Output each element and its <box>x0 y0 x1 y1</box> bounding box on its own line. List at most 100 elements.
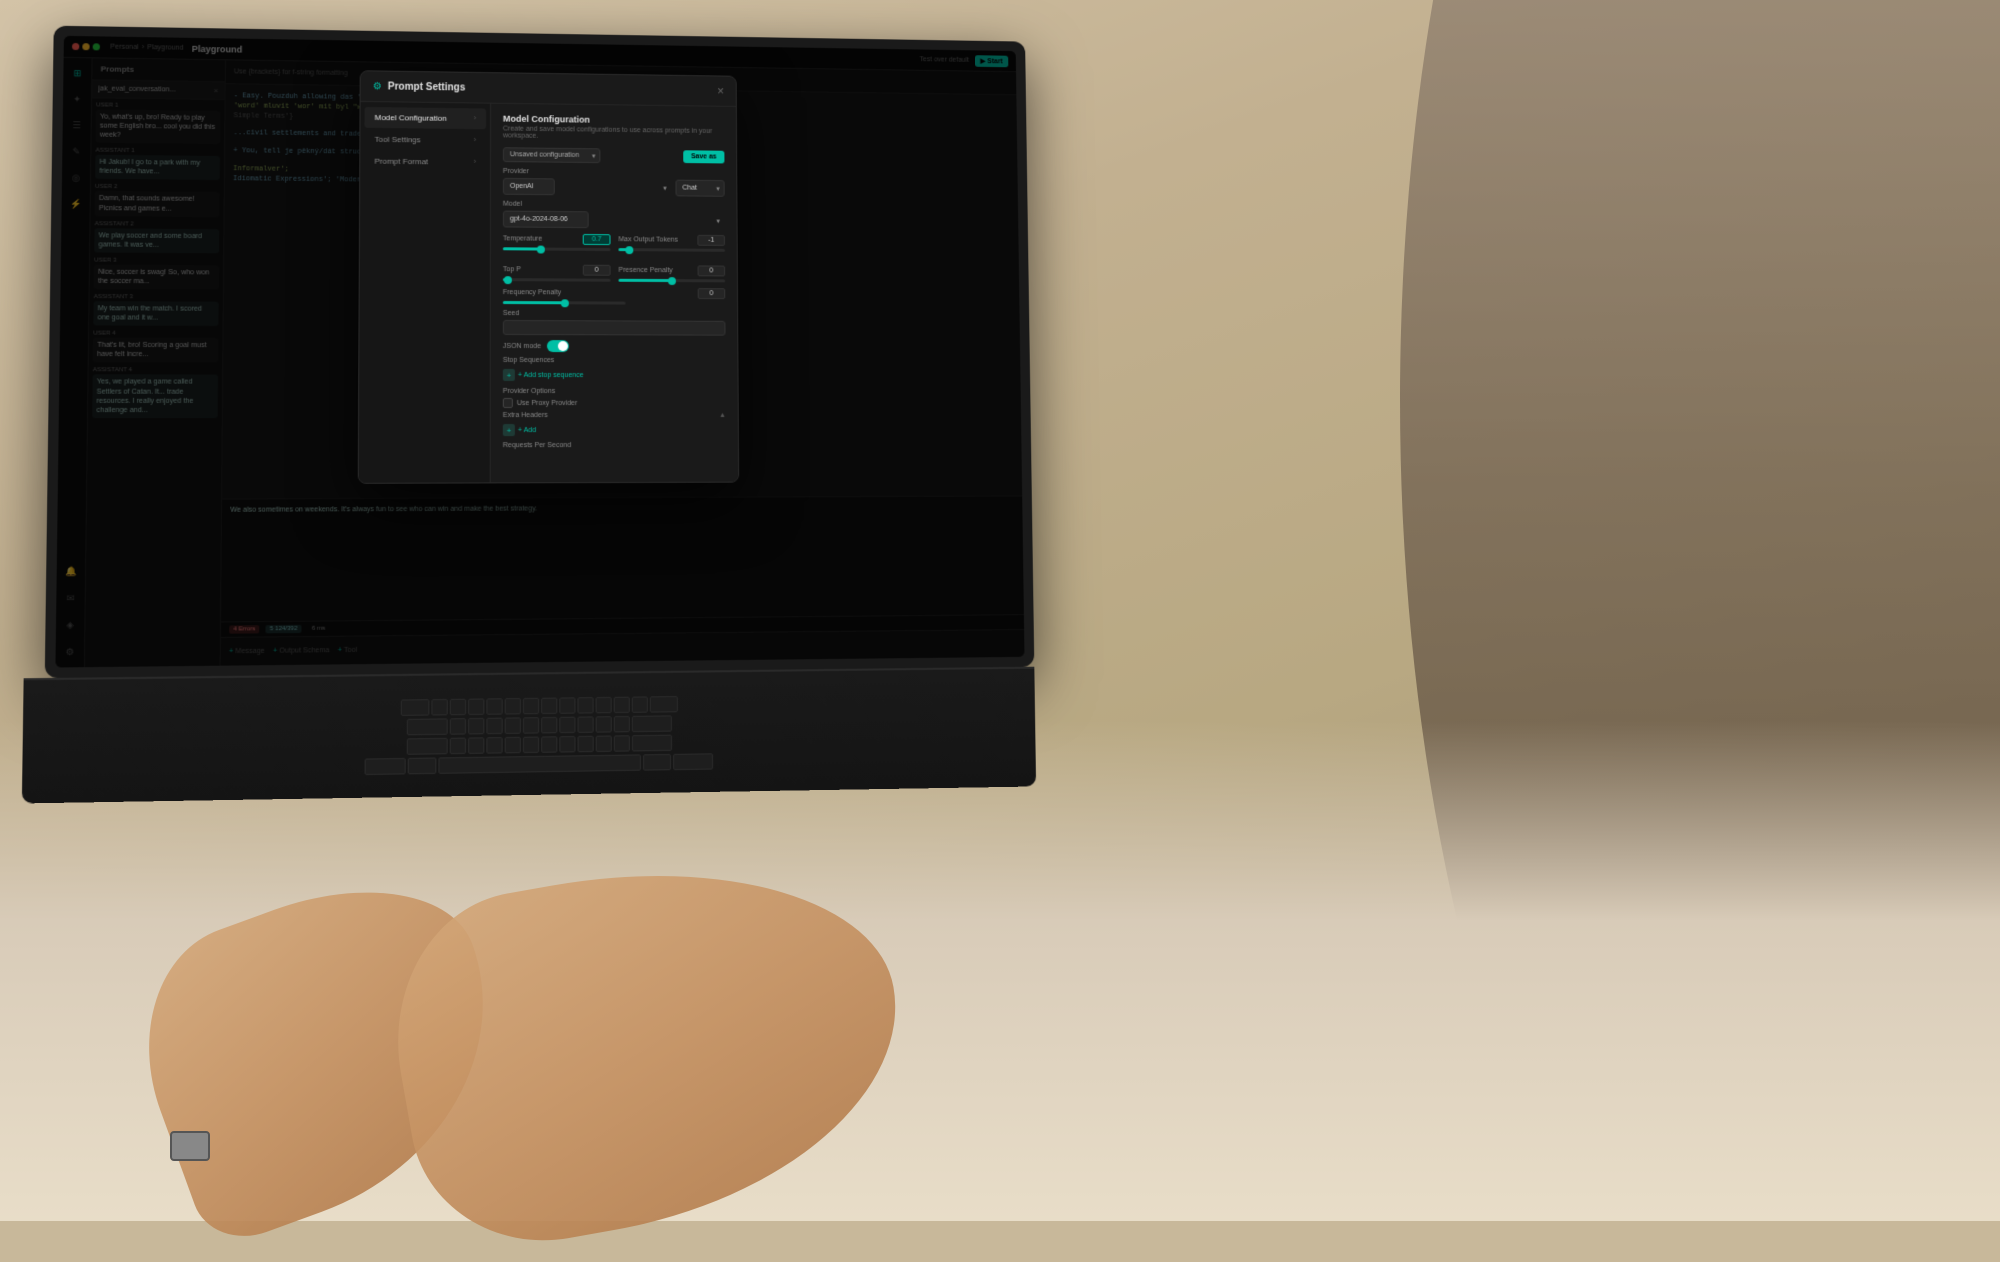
chevron-icon-2: › <box>474 137 476 144</box>
max-tokens-label-row: Max Output Tokens -1 <box>618 234 725 246</box>
key-e <box>468 698 484 715</box>
sliders-grid: Temperature 0.7 <box>503 233 725 288</box>
seed-field: Seed <box>503 310 726 336</box>
freq-label: Frequency Penalty <box>503 289 561 296</box>
temp-value: 0.7 <box>583 234 611 245</box>
top-p-thumb[interactable] <box>504 276 512 284</box>
model-select[interactable]: gpt-4o-2024-08-06 <box>503 211 589 229</box>
presence-track[interactable] <box>619 279 726 283</box>
temp-track[interactable] <box>503 247 611 251</box>
freq-value: 0 <box>698 288 726 299</box>
toggle-knob <box>558 341 568 351</box>
key-alt <box>408 757 437 774</box>
key-q <box>431 698 447 715</box>
type-select[interactable]: Chat <box>675 180 724 197</box>
key-tab <box>401 699 430 716</box>
config-section-title: Model Configuration <box>503 114 724 127</box>
plus-icon-stop: + <box>503 369 515 381</box>
key-alt-r <box>643 753 671 770</box>
key-y <box>523 697 539 714</box>
modal-title: Prompt Settings <box>388 81 465 93</box>
presence-value: 0 <box>698 265 726 276</box>
screen-content: Personal › Playground Playground Test ov… <box>55 36 1024 668</box>
type-select-wrapper: Chat <box>675 180 724 197</box>
save-as-button[interactable]: Save as <box>683 150 724 163</box>
model-select-wrapper: gpt-4o-2024-08-06 <box>503 211 725 230</box>
presence-label: Presence Penalty <box>619 267 673 274</box>
laptop-screen: Personal › Playground Playground Test ov… <box>55 36 1024 668</box>
key-rbrace <box>632 696 648 712</box>
keyboard-row-3 <box>407 734 672 754</box>
nav-model-config[interactable]: Model Configuration › <box>364 107 486 129</box>
key-f <box>505 717 521 734</box>
temp-label: Temperature <box>503 235 542 242</box>
keyboard-row-1 <box>401 696 678 716</box>
config-section-desc: Create and save model configurations to … <box>503 126 724 142</box>
key-z <box>450 737 466 754</box>
add-header-btn[interactable]: + + Add <box>503 422 536 438</box>
provider-select[interactable]: OpenAI <box>503 178 555 195</box>
key-space <box>438 754 641 773</box>
nav-tool-settings-label: Tool Settings <box>375 135 421 144</box>
key-semi <box>614 715 630 731</box>
key-v <box>505 736 521 753</box>
scroll-hint <box>503 452 727 473</box>
top-p-label-row: Top P 0 <box>503 264 611 276</box>
laptop-bezel: Personal › Playground Playground Test ov… <box>45 26 1035 678</box>
top-p-value: 0 <box>583 265 611 276</box>
freq-track[interactable] <box>503 301 626 305</box>
unsaved-config-wrapper: Unsaved configuration <box>503 147 600 163</box>
seed-input[interactable] <box>503 320 726 336</box>
key-comma <box>578 735 594 752</box>
presence-fill <box>619 279 672 282</box>
rps-title: Requests Per Second <box>503 442 726 449</box>
temp-thumb[interactable] <box>537 245 545 253</box>
key-a <box>450 718 466 735</box>
key-ctrl-r <box>673 753 713 770</box>
key-h <box>541 716 557 733</box>
key-p <box>596 696 612 712</box>
key-m <box>559 735 575 752</box>
key-r <box>486 698 502 715</box>
json-mode-toggle[interactable] <box>547 340 569 352</box>
proxy-label: Use Proxy Provider <box>517 399 577 406</box>
top-p-track[interactable] <box>503 278 611 282</box>
key-j <box>559 716 575 733</box>
key-ctrl <box>365 757 406 774</box>
laptop-keyboard <box>22 667 1036 804</box>
provider-select-wrapper: OpenAI <box>503 178 672 196</box>
provider-field-row: OpenAI Chat <box>503 178 725 197</box>
key-backspace <box>650 696 678 713</box>
nav-prompt-format-label: Prompt Format <box>374 157 428 167</box>
presence-thumb[interactable] <box>668 277 676 285</box>
max-tokens-value: -1 <box>697 235 725 246</box>
key-slash <box>614 735 630 752</box>
add-stop-btn[interactable]: + + Add stop sequence <box>503 367 584 383</box>
nav-prompt-format[interactable]: Prompt Format › <box>364 151 486 173</box>
key-shift-r <box>632 734 672 751</box>
model-field-row: gpt-4o-2024-08-06 <box>503 211 725 230</box>
max-tokens-track[interactable] <box>618 248 725 252</box>
save-config-row: Unsaved configuration Save as <box>503 147 725 164</box>
settings-icon: ⚙ <box>373 81 382 92</box>
modal-body: Model Configuration › Tool Settings › Pr… <box>359 102 738 483</box>
key-k <box>577 716 593 733</box>
modal-nav: Model Configuration › Tool Settings › Pr… <box>359 102 491 483</box>
hand-right <box>373 830 926 1262</box>
max-tokens-thumb[interactable] <box>625 246 633 254</box>
proxy-checkbox[interactable] <box>503 398 513 408</box>
modal-close-button[interactable]: × <box>717 84 724 98</box>
freq-thumb[interactable] <box>560 299 568 307</box>
hands-overlay <box>0 821 1200 1221</box>
freq-fill <box>503 301 565 304</box>
presence-penalty-section: Presence Penalty 0 <box>618 265 725 282</box>
key-shift-l <box>407 737 448 754</box>
freq-penalty-section: Frequency Penalty 0 <box>503 287 725 305</box>
extra-headers-header[interactable]: Extra Headers ▲ <box>503 412 726 419</box>
laptop: Personal › Playground Playground Test ov… <box>43 26 1104 803</box>
seed-label: Seed <box>503 310 726 318</box>
max-tokens-slider-section: Max Output Tokens -1 <box>618 234 725 252</box>
nav-tool-settings[interactable]: Tool Settings › <box>364 129 486 151</box>
nav-model-config-label: Model Configuration <box>375 113 447 123</box>
unsaved-config-select[interactable]: Unsaved configuration <box>503 147 600 163</box>
